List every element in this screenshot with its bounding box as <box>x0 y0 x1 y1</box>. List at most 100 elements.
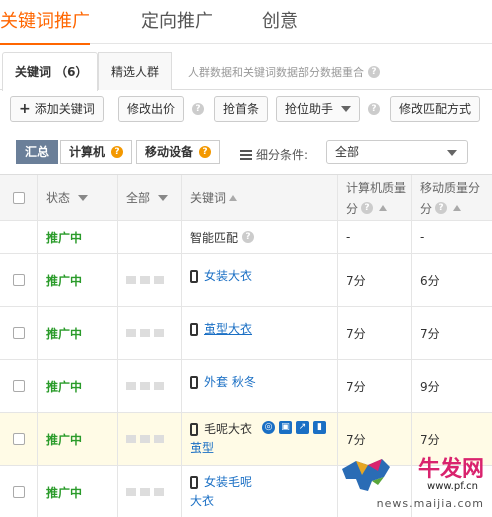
row-keyword[interactable]: 外套 秋冬 <box>204 374 256 391</box>
row-keyword-continued[interactable]: 大衣 <box>190 493 214 510</box>
rank-help-icon[interactable]: ? <box>368 103 380 115</box>
add-keyword-label: 添加关键词 <box>34 102 95 116</box>
header-mobile-quality[interactable]: 移动质量分 分 ? <box>412 175 492 220</box>
keyword-table: 状态 全部 关键词 计算机质量 分 ? 移动质量分 分 ? 推广中 智能匹配 ?… <box>0 174 492 517</box>
row-status: 推广中 <box>46 432 83 447</box>
overlap-note-text: 人群数据和关键词数据部分数据重合 <box>188 66 364 79</box>
modify-bid-button[interactable]: 修改出价 <box>118 96 185 122</box>
modify-bid-label: 修改出价 <box>127 102 176 116</box>
watermark-brand: 牛发网 <box>417 456 484 482</box>
bid-help-icon[interactable]: ? <box>192 103 204 115</box>
computer-help-icon[interactable]: ? <box>111 146 124 158</box>
mobile-phone-icon <box>190 376 198 389</box>
modify-match-button[interactable]: 修改匹配方式 <box>390 96 481 122</box>
segment-computer[interactable]: 计算机 ? <box>60 140 133 164</box>
subdivide-select-value: 全部 <box>335 145 360 159</box>
mobile-help-icon[interactable]: ? <box>199 146 212 158</box>
row-keyword[interactable]: 女装毛呢 <box>204 474 252 491</box>
select-all-checkbox[interactable] <box>12 191 25 204</box>
row-status: 推广中 <box>46 273 83 288</box>
delete-icon[interactable]: ▮ <box>313 421 327 434</box>
bull-logo-icon <box>342 459 390 491</box>
sort-up-icon <box>453 205 462 211</box>
overlap-note: 人群数据和关键词数据部分数据重合 ? <box>188 64 380 80</box>
table-row: 推广中 茧型大衣 7分 7分 <box>0 307 492 360</box>
segment-mobile[interactable]: 移动设备 ? <box>136 140 221 164</box>
chevron-down-icon <box>158 194 169 201</box>
table-header: 状态 全部 关键词 计算机质量 分 ? 移动质量分 分 ? <box>0 175 492 221</box>
tab-keyword-promotion[interactable]: 关键词推广 <box>0 7 90 45</box>
header-mobile-quality-label: 移动质量分 <box>420 180 481 195</box>
header-all[interactable]: 全部 <box>118 175 182 220</box>
mobile-phone-icon <box>190 423 198 436</box>
quality-blocks <box>126 276 164 284</box>
header-status-label: 状态 <box>46 191 71 205</box>
top-tabs: 关键词推广 定向推广 创意 <box>0 0 492 45</box>
row-status: 推广中 <box>46 326 83 341</box>
row-keyword-continued[interactable]: 茧型 <box>190 440 214 457</box>
plus-icon: + <box>19 101 31 117</box>
filter-bar: 汇总 计算机 ? 移动设备 ? 细分条件: 全部 <box>0 138 492 168</box>
sub-tabs: 关键词 （6） 精选人群 人群数据和关键词数据部分数据重合 ? <box>0 52 492 91</box>
mobile-quality-help-icon[interactable]: ? <box>435 202 448 214</box>
preview-icon[interactable]: ▣ <box>279 421 293 434</box>
quality-blocks <box>126 329 164 337</box>
row-checkbox[interactable] <box>12 486 25 498</box>
modify-match-label: 修改匹配方式 <box>399 102 472 116</box>
table-row: 推广中 智能匹配 ? - - <box>0 221 492 254</box>
header-mobile-quality-unit: 分 <box>420 201 433 216</box>
header-all-label: 全部 <box>126 191 151 205</box>
row-pc-quality: 7分 <box>338 254 412 306</box>
header-select-all <box>0 175 38 220</box>
smart-match-help-icon[interactable]: ? <box>242 231 255 243</box>
row-checkbox[interactable] <box>12 274 25 286</box>
tab-targeted-promotion[interactable]: 定向推广 <box>141 7 213 33</box>
sort-up-icon <box>379 205 388 211</box>
row-keyword[interactable]: 茧型大衣 <box>204 321 252 338</box>
watermark-url-secondary: news.maijia.com <box>376 497 484 510</box>
header-pc-quality-unit: 分 <box>346 201 359 216</box>
row-keyword: 智能匹配 <box>190 230 239 245</box>
row-mobile-quality: - <box>420 230 425 244</box>
watermark-url: www.pf.cn <box>427 481 478 492</box>
row-pc-quality: 7分 <box>338 307 412 359</box>
help-icon[interactable]: ? <box>368 66 380 78</box>
row-checkbox[interactable] <box>12 380 25 392</box>
header-keyword-label: 关键词 <box>190 191 227 205</box>
row-keyword[interactable]: 毛呢大衣 <box>204 421 252 438</box>
tab-creative[interactable]: 创意 <box>262 7 298 33</box>
header-pc-quality[interactable]: 计算机质量 分 ? <box>338 175 412 220</box>
globe-icon[interactable]: ◎ <box>262 421 276 434</box>
segment-computer-label: 计算机 <box>69 145 106 159</box>
subdivide-label: 细分条件: <box>240 146 308 163</box>
subdivide-label-text: 细分条件: <box>256 148 309 162</box>
add-keyword-button[interactable]: + 添加关键词 <box>10 96 104 122</box>
segment-summary-label: 汇总 <box>25 145 50 159</box>
rank-helper-label: 抢位助手 <box>285 102 334 116</box>
subtab-crowd[interactable]: 精选人群 <box>98 52 172 90</box>
pc-quality-help-icon[interactable]: ? <box>361 202 374 214</box>
rank-helper-button[interactable]: 抢位助手 <box>276 96 361 122</box>
quality-blocks <box>126 435 164 443</box>
row-keyword[interactable]: 女装大衣 <box>204 268 252 285</box>
row-status: 推广中 <box>46 485 83 500</box>
quality-blocks <box>126 382 164 390</box>
row-checkbox[interactable] <box>12 327 25 339</box>
trend-chart-icon[interactable]: ↗ <box>296 421 310 434</box>
mobile-phone-icon <box>190 270 198 283</box>
chevron-down-icon <box>78 194 89 201</box>
grab-top-button[interactable]: 抢首条 <box>214 96 269 122</box>
row-checkbox[interactable] <box>12 433 25 445</box>
header-keyword[interactable]: 关键词 <box>182 175 338 220</box>
sort-up-icon <box>229 194 238 201</box>
subdivide-select[interactable]: 全部 <box>326 140 468 164</box>
row-pc-quality: - <box>338 221 412 253</box>
segment-summary[interactable]: 汇总 <box>16 140 59 164</box>
chevron-down-icon <box>447 150 457 156</box>
table-row: 推广中 女装大衣 7分 6分 <box>0 254 492 307</box>
chevron-down-icon <box>341 106 352 112</box>
header-status[interactable]: 状态 <box>38 175 118 220</box>
row-status: 推广中 <box>46 379 83 394</box>
subtab-keywords[interactable]: 关键词 （6） <box>2 52 98 91</box>
grab-top-label: 抢首条 <box>223 102 260 116</box>
